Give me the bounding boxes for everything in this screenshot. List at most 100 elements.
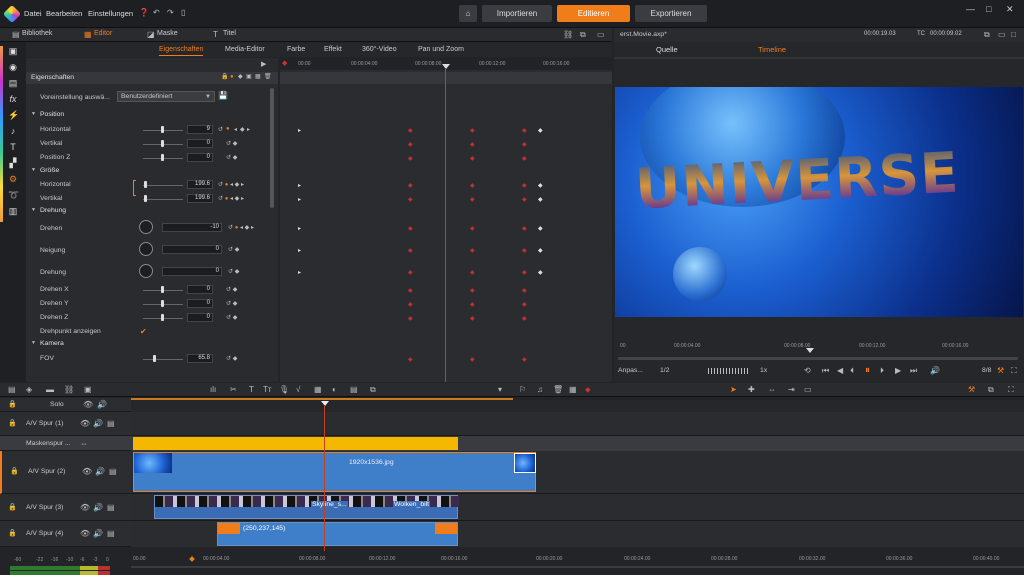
keyframe-controls-icon[interactable]: ↺ ◆ [228, 246, 239, 253]
expand-arrow-icon[interactable]: ▼ [31, 208, 36, 213]
clip-main-image[interactable]: 1920x1536.jpg [133, 452, 536, 492]
tab-library[interactable]: Bibliothek [22, 30, 52, 37]
tab-pan-zoom[interactable]: Pan und Zoom [418, 46, 464, 53]
keyframe-toggle-icon[interactable]: ↺ ◆ [226, 355, 237, 362]
section-size[interactable]: Größe [40, 167, 59, 174]
popout-icon[interactable]: ⧉ [984, 31, 990, 39]
slider-knob[interactable] [161, 314, 164, 321]
media-icon[interactable]: ▣ [8, 46, 18, 56]
edit-mode-icon[interactable]: ◈ [26, 386, 32, 394]
tab-color[interactable]: Farbe [287, 46, 305, 53]
lock-icon[interactable]: 🔒 [221, 74, 228, 80]
tab-timeline[interactable]: Timeline [758, 45, 786, 54]
pointer-tool-icon[interactable]: ➤ [730, 386, 737, 394]
link-icon[interactable]: ⛓ [563, 31, 573, 39]
go-end-icon[interactable]: ⏭ [910, 367, 917, 375]
value-spin[interactable]: 0 [162, 267, 222, 276]
keyframe-toggle-icon[interactable]: ↺ ◆ [226, 154, 237, 161]
collapse-arrow-icon[interactable]: ▶ [261, 61, 266, 68]
export-button[interactable]: Exportieren [635, 5, 707, 22]
keyframe-controls-icon[interactable]: ↺ ● ◂ ◆ ▸ [218, 181, 244, 188]
ripple-tool-icon[interactable]: ⇥ [788, 386, 795, 394]
track-av-4[interactable]: 🔒 A/V Spur (4) 👁 🔊 ▤ [0, 521, 131, 547]
tab-360-video[interactable]: 360°-Video [362, 46, 397, 53]
trash-icon[interactable]: 🗑 [553, 386, 563, 394]
next-keyframe-icon[interactable]: ▸ [247, 126, 250, 133]
audio-mixer-icon[interactable]: ılı [210, 386, 216, 394]
marker-tool-icon[interactable]: ▾ [498, 386, 502, 394]
go-start-icon[interactable]: ⏮ [822, 367, 829, 375]
timeline-playhead-handle[interactable] [321, 401, 329, 406]
tab-editor[interactable]: Editor [94, 30, 112, 37]
image-icon[interactable]: ▣ [246, 74, 252, 80]
tab-media-editor[interactable]: Media-Editor [225, 46, 265, 53]
section-position[interactable]: Position [40, 111, 64, 118]
lock-icon[interactable]: 🔒 [8, 530, 17, 537]
save-preset-icon[interactable]: 💾 [218, 92, 228, 100]
tab-source[interactable]: Quelle [656, 45, 678, 54]
fullscreen-icon[interactable]: ⛶ [1008, 386, 1014, 394]
layers-icon[interactable]: ▤ [8, 78, 18, 88]
slider-knob[interactable] [161, 140, 164, 147]
link-icon[interactable]: ⇔ [80, 440, 88, 448]
value-rotate-z[interactable]: 0 [187, 313, 213, 322]
redo-icon[interactable]: ↷ [167, 9, 174, 17]
settings-icon[interactable]: ⚙ [8, 174, 18, 184]
motion-icon[interactable]: ➰ [8, 190, 19, 200]
popout-icon[interactable]: ⧉ [988, 386, 994, 394]
slider-knob[interactable] [161, 126, 164, 133]
slider-knob[interactable] [153, 355, 156, 362]
document-icon[interactable]: ▯ [181, 9, 185, 17]
keyframe-toggle-icon[interactable]: ↺ ◆ [226, 300, 237, 307]
mute-icon[interactable]: 🔊 [97, 401, 107, 409]
section-rotation[interactable]: Drehung [40, 207, 66, 214]
pause-icon[interactable]: ⏸ [865, 366, 870, 376]
add-keyframe-icon[interactable]: ◆ [240, 126, 245, 133]
fullscreen-icon[interactable]: ▭ [998, 31, 1006, 39]
menu-settings[interactable]: Einstellungen [88, 9, 133, 18]
slider-size-vertical[interactable] [143, 199, 183, 200]
menu-edit[interactable]: Bearbeiten [46, 9, 82, 18]
size-link-icon[interactable] [133, 180, 136, 196]
track-av-1[interactable]: 🔒 A/V Spur (1) 👁 🔊 ▤ [0, 412, 131, 436]
keyframe-controls-icon[interactable]: ↺ ● ◂ ◆ ▸ [228, 224, 254, 231]
pivot-checkbox[interactable]: ✔ [140, 327, 147, 336]
minimize-icon[interactable]: — [966, 4, 975, 14]
maximize-icon[interactable]: □ [1011, 31, 1016, 39]
text-tool-icon[interactable]: T [249, 386, 254, 394]
fit-timeline-icon[interactable]: ▭ [804, 386, 812, 394]
expand-arrow-icon[interactable]: ▼ [31, 341, 36, 346]
preview-progress[interactable] [618, 357, 1018, 360]
value-size-vertical[interactable]: 199.6 [187, 194, 213, 203]
track-type-icon[interactable]: ▬ [46, 386, 54, 394]
value-rotate[interactable]: -10 [162, 223, 222, 232]
value-tilt[interactable]: 0 [162, 245, 222, 254]
value-size-horizontal[interactable]: 199.6 [187, 180, 213, 189]
marker-icon[interactable]: ⬥ [585, 386, 591, 394]
keyframe-controls-icon[interactable]: ↺ ● ◂ ◆ ▸ [218, 195, 244, 202]
tab-title[interactable]: Titel [223, 30, 236, 37]
trash-icon[interactable]: 🗑 [264, 74, 272, 80]
menu-file[interactable]: Datei [24, 9, 42, 18]
visibility-icon[interactable]: 👁 [80, 420, 90, 428]
group-icon[interactable]: ⧉ [370, 386, 376, 394]
prev-frame-icon[interactable]: ⏴ [850, 367, 854, 375]
mic-icon[interactable]: 🎙 [279, 386, 289, 394]
spin-dial[interactable] [139, 264, 153, 278]
clip-color[interactable]: (250,237,145) [217, 522, 458, 546]
keyframe-controls-icon[interactable]: ↺ ◆ [228, 268, 239, 275]
grid-icon[interactable]: ▦ [255, 74, 261, 80]
tilt-dial[interactable] [139, 242, 153, 256]
calendar-icon[interactable]: ▦ [569, 386, 577, 394]
maximize-icon[interactable]: □ [986, 4, 991, 14]
solo-label[interactable]: Solo [50, 401, 64, 408]
slider-knob[interactable] [144, 181, 147, 188]
prev-keyframe-icon[interactable]: ◂ [234, 126, 237, 133]
tab-properties[interactable]: Eigenschaften [159, 46, 204, 56]
popout-icon[interactable]: ⧉ [580, 31, 586, 39]
track-name[interactable]: A/V Spur (3) [26, 504, 63, 511]
import-button[interactable]: Importieren [482, 5, 552, 22]
track-name[interactable]: A/V Spur (2) [28, 468, 65, 475]
mute-icon[interactable]: 🔊 [93, 420, 103, 428]
lock-icon[interactable]: 🔒 [8, 420, 17, 427]
